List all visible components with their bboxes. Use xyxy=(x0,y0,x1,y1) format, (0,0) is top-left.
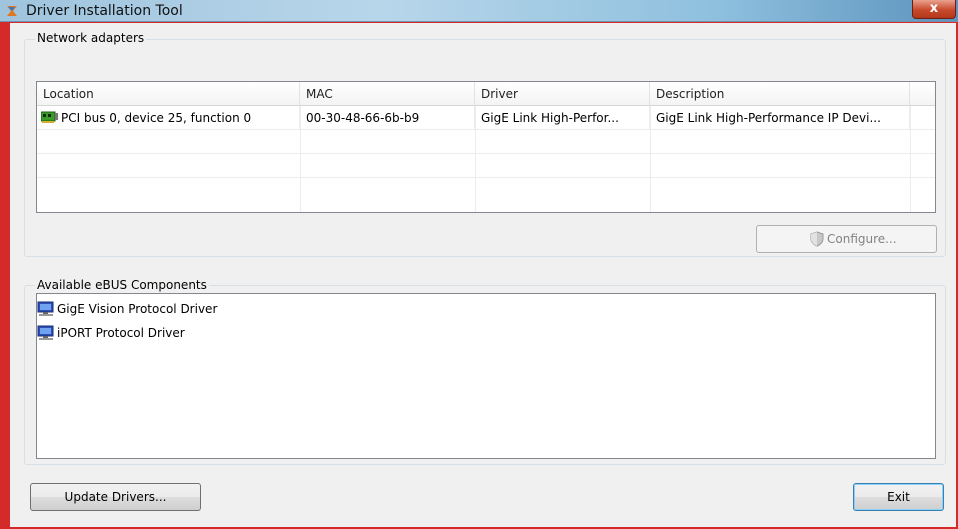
computer-icon xyxy=(37,301,54,316)
empty-row xyxy=(37,130,935,154)
computer-icon xyxy=(37,325,54,340)
grid-line xyxy=(910,106,911,212)
network-card-icon xyxy=(41,111,58,123)
column-mac[interactable]: MAC xyxy=(300,82,475,106)
driver-installation-window: Driver Installation Tool x Network adapt… xyxy=(0,0,958,529)
list-header: Location MAC Driver Description xyxy=(37,82,935,106)
update-drivers-button[interactable]: Update Drivers... xyxy=(30,483,201,511)
exit-button[interactable]: Exit xyxy=(853,483,944,511)
cell-location: PCI bus 0, device 25, function 0 xyxy=(37,106,300,130)
table-row[interactable]: PCI bus 0, device 25, function 0 00-30-4… xyxy=(37,106,935,130)
component-label: GigE Vision Protocol Driver xyxy=(57,302,218,316)
column-description[interactable]: Description xyxy=(650,82,910,106)
list-item[interactable]: GigE Vision Protocol Driver xyxy=(37,300,437,318)
list-item[interactable]: iPORT Protocol Driver xyxy=(37,324,437,342)
configure-label: Configure... xyxy=(827,232,897,246)
title-bar[interactable]: Driver Installation Tool x xyxy=(0,0,958,22)
grid-line xyxy=(300,106,301,212)
grid-line xyxy=(475,106,476,212)
configure-button[interactable]: Configure... xyxy=(756,225,937,253)
cell-description: GigE Link High-Performance IP Devi... xyxy=(650,106,910,130)
cell-driver: GigE Link High-Perfor... xyxy=(475,106,650,130)
cell-mac: 00-30-48-66-6b-b9 xyxy=(300,106,475,130)
window-title: Driver Installation Tool xyxy=(26,3,183,19)
grid-line xyxy=(650,106,651,212)
component-label: iPORT Protocol Driver xyxy=(57,326,185,340)
network-adapters-label: Network adapters xyxy=(35,31,147,45)
shield-icon xyxy=(810,231,824,247)
window-client-area: Network adapters Location MAC Driver Des… xyxy=(10,23,956,527)
close-button[interactable]: x xyxy=(912,0,956,19)
column-location[interactable]: Location xyxy=(37,82,300,106)
components-list[interactable]: GigE Vision Protocol Driver iPORT Protoc… xyxy=(36,293,936,459)
app-icon xyxy=(7,6,17,16)
components-label: Available eBUS Components xyxy=(35,278,209,292)
column-driver[interactable]: Driver xyxy=(475,82,650,106)
empty-row xyxy=(37,154,935,178)
empty-row xyxy=(37,178,935,202)
network-adapters-list[interactable]: Location MAC Driver Description PCI bus … xyxy=(36,81,936,213)
location-text: PCI bus 0, device 25, function 0 xyxy=(61,111,252,125)
